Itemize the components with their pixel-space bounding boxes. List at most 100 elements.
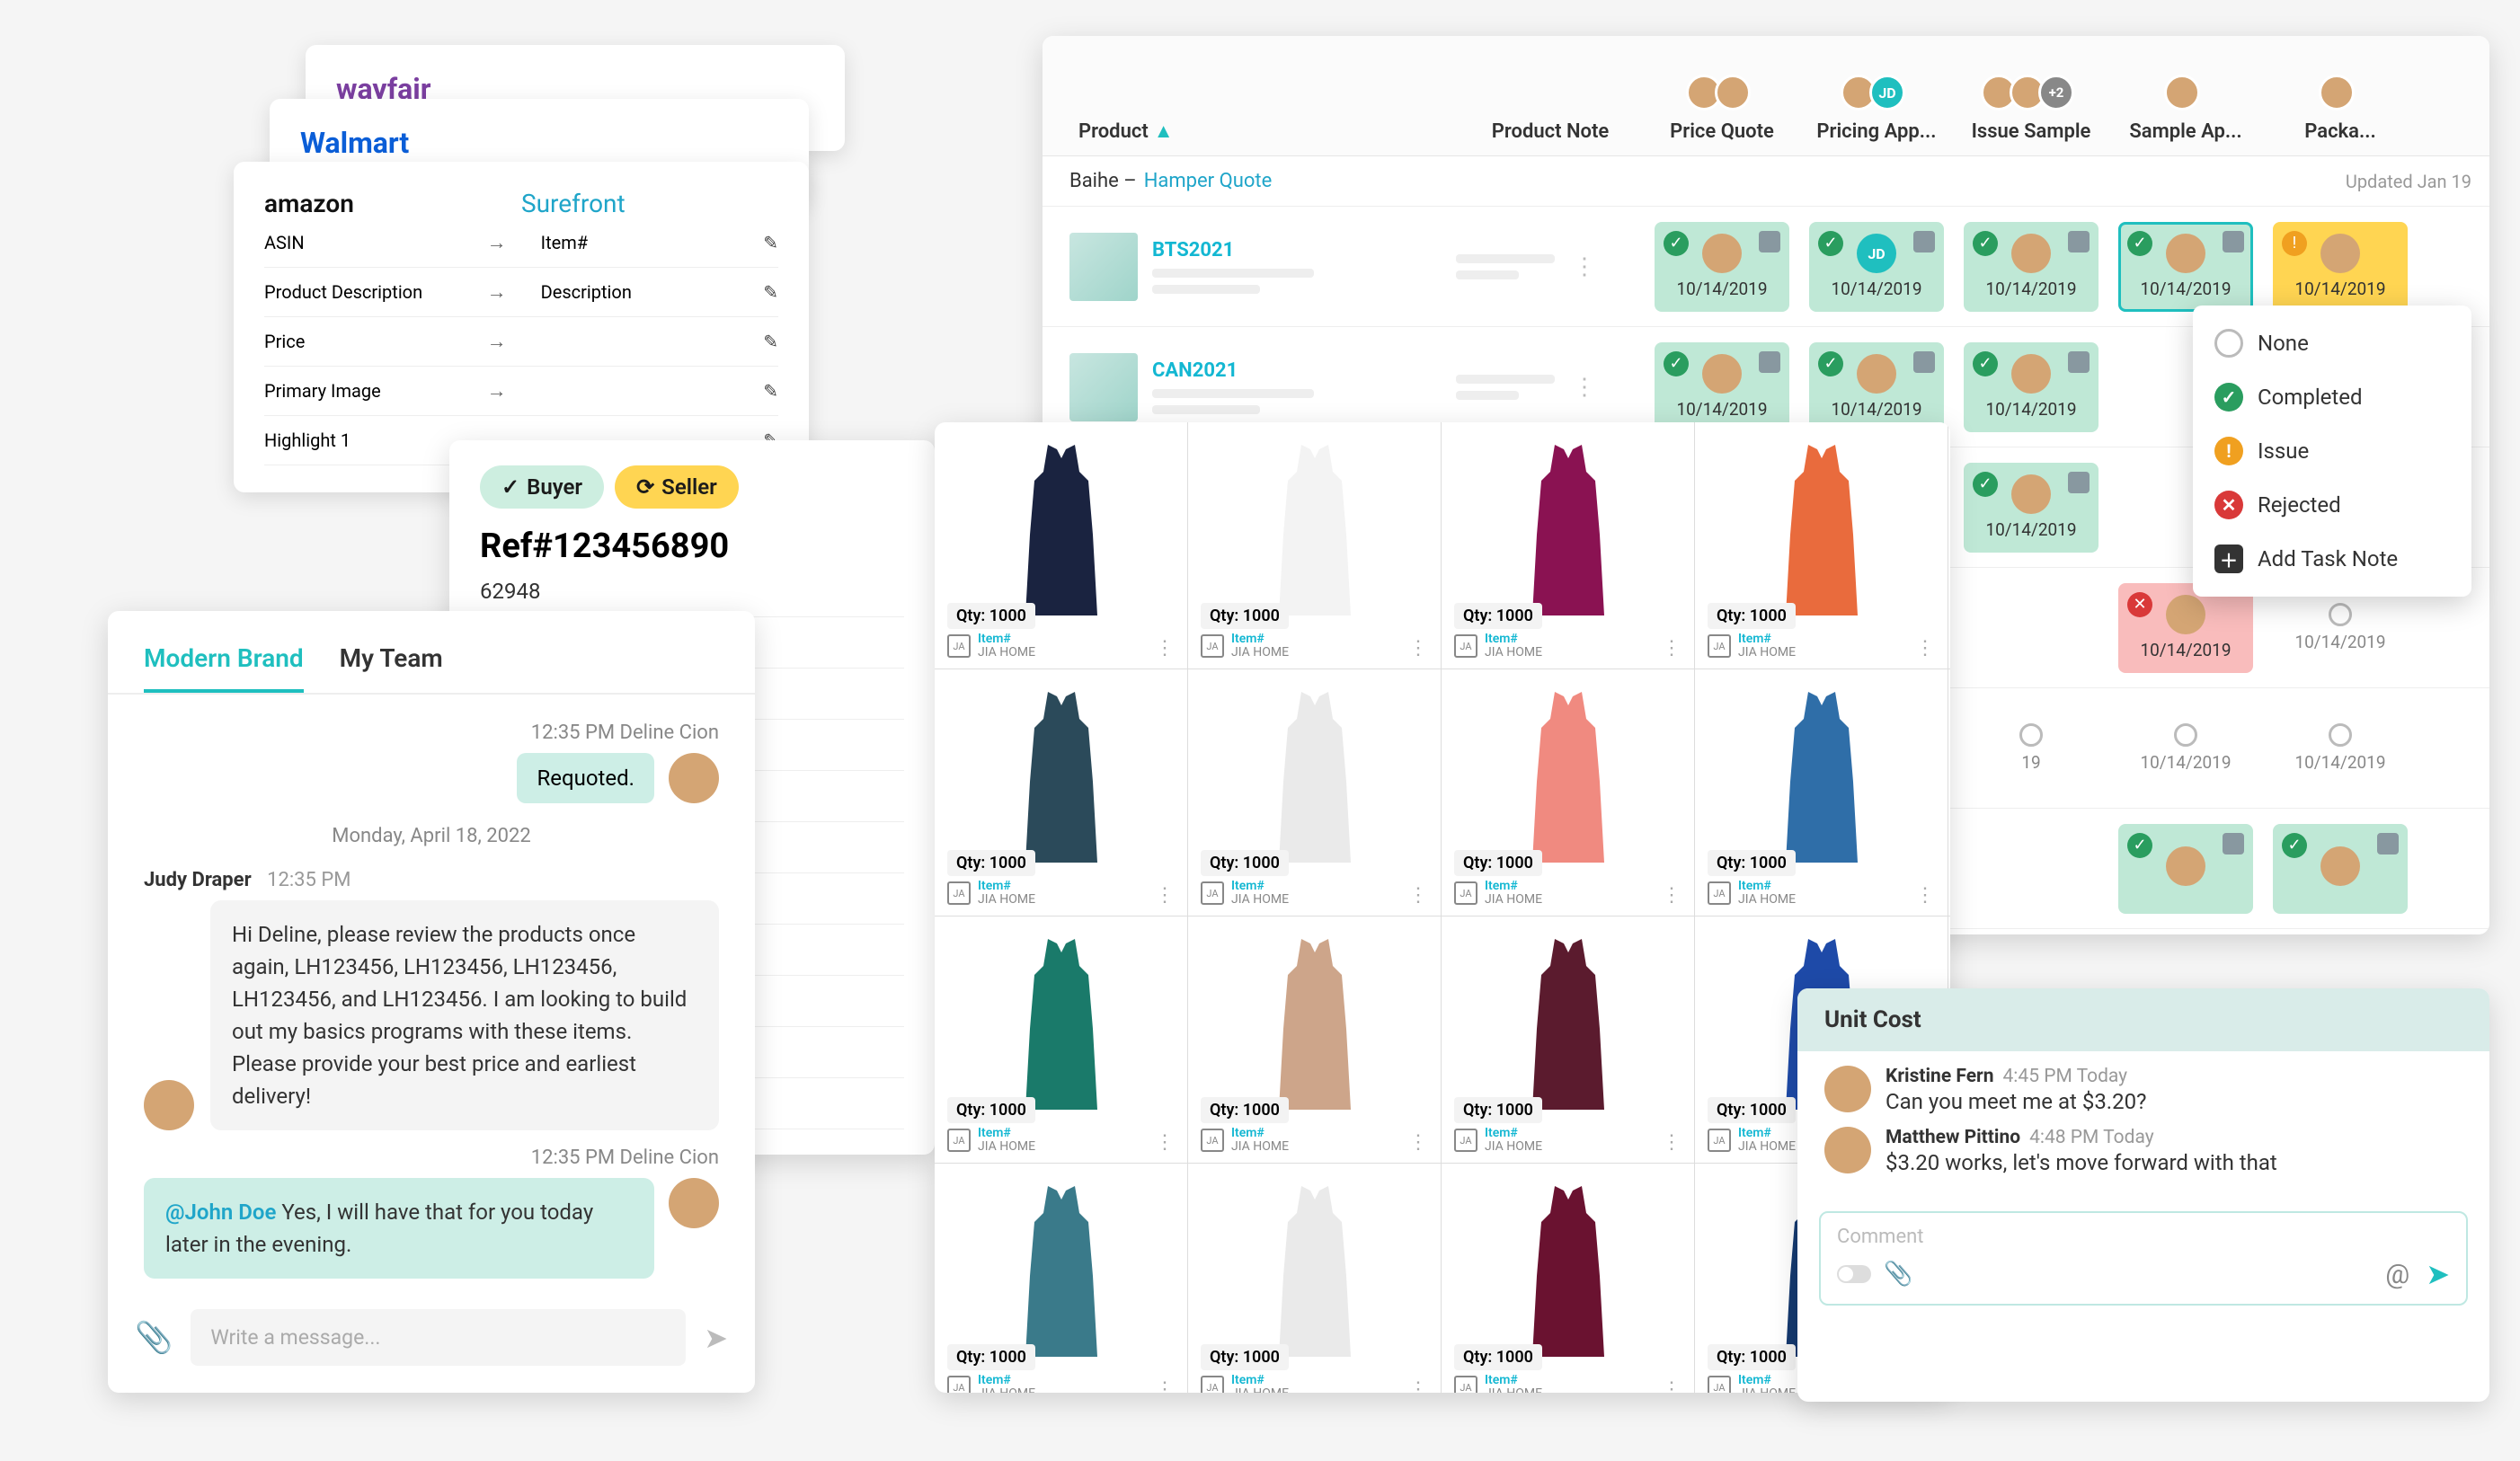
more-icon[interactable]: ⋮ [1408, 637, 1428, 660]
col-header-product-note[interactable]: Product Note [1456, 120, 1645, 155]
comment-input[interactable]: Comment 📎 @ ➤ [1819, 1211, 2468, 1306]
avatar [144, 1080, 194, 1130]
task-column-header[interactable]: Packa... [2263, 72, 2418, 155]
mention-icon[interactable]: @ [2385, 1259, 2409, 1290]
buyer-pill[interactable]: ✓ Buyer [480, 465, 604, 509]
more-icon[interactable]: ⋮ [1915, 637, 1935, 660]
toggle[interactable] [1837, 1265, 1871, 1283]
product-cell[interactable]: Qty: 1000 JAItem#JIA HOME ⋮ [1695, 669, 1948, 916]
chat-tab-modern-brand[interactable]: Modern Brand [144, 643, 304, 693]
product-cell[interactable]: Qty: 1000 JAItem#JIA HOME ⋮ [1442, 422, 1695, 669]
chat-timestamp: 12:35 PM Deline Cion [144, 1147, 719, 1169]
more-icon[interactable]: ⋮ [1155, 1131, 1175, 1154]
status-option-rejected[interactable]: ✕Rejected [2193, 478, 2471, 532]
product-cell[interactable]: Qty: 1000 JAItem#JIA HOME ⋮ [1188, 422, 1442, 669]
more-icon[interactable]: ⋮ [1155, 637, 1175, 660]
task-status-chip[interactable]: ✓10/14/2019 [1809, 342, 1944, 432]
task-status-chip[interactable] [1964, 824, 2099, 914]
task-status-chip[interactable]: ✓ [2118, 824, 2253, 914]
x-icon: ✕ [2214, 491, 2243, 519]
task-status-chip[interactable]: 10/14/2019 [2273, 704, 2408, 793]
product-cell[interactable]: Qty: 1000 JAItem#JIA HOME ⋮ [1442, 916, 1695, 1163]
vendor-tag-icon: JA [1708, 1376, 1731, 1393]
more-icon[interactable]: ⋮ [1408, 1378, 1428, 1393]
more-icon[interactable]: ⋮ [1573, 253, 1596, 280]
product-cell[interactable]: Qty: 1000 JAItem#JIA HOME ⋮ [935, 422, 1188, 669]
more-icon[interactable]: ⋮ [1408, 884, 1428, 907]
attachment-icon[interactable]: 📎 [135, 1320, 173, 1356]
more-icon[interactable]: ⋮ [1662, 637, 1681, 660]
seller-pill[interactable]: ⟳ Seller [615, 465, 739, 509]
x-icon: ✕ [2127, 592, 2152, 617]
more-icon[interactable]: ⋮ [1662, 884, 1681, 907]
product-title[interactable]: BTS2021 [1152, 239, 1314, 261]
note-icon [2068, 472, 2090, 493]
product-cell[interactable]: Qty: 1000 JAItem#JIA HOME ⋮ [1442, 669, 1695, 916]
circle-icon [2019, 723, 2043, 747]
more-icon[interactable]: ⋮ [1915, 884, 1935, 907]
more-icon[interactable]: ⋮ [1155, 1378, 1175, 1393]
status-option-add-task-note[interactable]: ＋Add Task Note [2193, 532, 2471, 586]
task-status-chip[interactable]: ✓10/14/2019 [1964, 222, 2099, 312]
product-cell[interactable]: Qty: 1000 JAItem#JIA HOME ⋮ [1188, 1164, 1442, 1393]
task-column-header[interactable]: JDPricing App... [1799, 72, 1954, 155]
task-status-chip[interactable]: ✓10/14/2019 [2118, 222, 2253, 312]
status-option-none[interactable]: None [2193, 316, 2471, 370]
task-column-header[interactable]: Sample Ap... [2108, 72, 2263, 155]
mapping-field-row[interactable]: Product Description→Description✎ [264, 268, 778, 317]
task-status-chip[interactable]: ✓10/14/2019 [1655, 342, 1789, 432]
task-status-chip[interactable]: 10/14/2019 [2118, 704, 2253, 793]
send-icon[interactable]: ➤ [704, 1321, 728, 1355]
qty-badge: Qty: 1000 [947, 603, 1035, 629]
vendor-tag-icon: JA [1201, 881, 1224, 905]
arrow-right-icon: → [487, 231, 541, 254]
task-column-header[interactable]: Price Quote [1645, 72, 1799, 155]
task-status-chip[interactable]: 19 [1964, 704, 2099, 793]
mapping-field-row[interactable]: ASIN→Item#✎ [264, 218, 778, 268]
product-cell[interactable]: Qty: 1000 JAItem#JIA HOME ⋮ [935, 916, 1188, 1163]
product-cell[interactable]: Qty: 1000 JAItem#JIA HOME ⋮ [1188, 669, 1442, 916]
mapping-field-row[interactable]: Price→✎ [264, 317, 778, 367]
edit-icon[interactable]: ✎ [763, 232, 778, 253]
task-status-chip[interactable]: ✓10/14/2019 [1964, 463, 2099, 553]
product-thumb[interactable] [1069, 233, 1138, 301]
edit-icon[interactable]: ✎ [763, 380, 778, 402]
more-icon[interactable]: ⋮ [1573, 374, 1596, 401]
edit-icon[interactable]: ✎ [763, 281, 778, 303]
product-image [1708, 431, 1935, 629]
check-icon: ✓ [2282, 833, 2307, 858]
more-icon[interactable]: ⋮ [1662, 1378, 1681, 1393]
chat-message-input[interactable]: Write a message... [191, 1309, 686, 1366]
chat-panel: Modern Brand My Team 12:35 PM Deline Cio… [108, 611, 755, 1393]
product-thumb[interactable] [1069, 353, 1138, 421]
edit-icon[interactable]: ✎ [763, 331, 778, 352]
task-status-chip[interactable]: !10/14/2019 [2273, 222, 2408, 312]
qty-badge: Qty: 1000 [1454, 1344, 1542, 1370]
product-cell[interactable]: Qty: 1000 JAItem#JIA HOME ⋮ [935, 669, 1188, 916]
col-header-product[interactable]: Product▲ [1043, 120, 1456, 155]
product-cell[interactable]: Qty: 1000 JAItem#JIA HOME ⋮ [1188, 916, 1442, 1163]
mapping-field-row[interactable]: Primary Image→✎ [264, 367, 778, 416]
task-board-breadcrumb[interactable]: Baihe – Hamper Quote Updated Jan 19 [1043, 156, 2489, 207]
more-icon[interactable]: ⋮ [1155, 884, 1175, 907]
status-option-completed[interactable]: ✓Completed [2193, 370, 2471, 424]
attachment-icon[interactable]: 📎 [1884, 1261, 1912, 1288]
task-column-header[interactable]: +2Issue Sample [1954, 72, 2108, 155]
task-status-chip[interactable] [1964, 583, 2099, 673]
task-status-chip[interactable]: ✓10/14/2019 [1655, 222, 1789, 312]
chat-sender-row: Judy Draper 12:35 PM [144, 869, 719, 891]
product-title[interactable]: CAN2021 [1152, 359, 1314, 382]
task-status-chip[interactable]: ✓JD10/14/2019 [1809, 222, 1944, 312]
send-icon[interactable]: ➤ [2426, 1257, 2450, 1291]
product-cell[interactable]: Qty: 1000 JAItem#JIA HOME ⋮ [1695, 422, 1948, 669]
product-cell[interactable]: Qty: 1000 JAItem#JIA HOME ⋮ [935, 1164, 1188, 1393]
product-cell[interactable]: Qty: 1000 JAItem#JIA HOME ⋮ [1442, 1164, 1695, 1393]
more-icon[interactable]: ⋮ [1662, 1131, 1681, 1154]
status-option-issue[interactable]: !Issue [2193, 424, 2471, 478]
chat-tab-my-team[interactable]: My Team [340, 643, 443, 693]
task-status-chip[interactable]: ✓ [2273, 824, 2408, 914]
circle-icon [2214, 329, 2243, 358]
product-image [947, 1173, 1175, 1370]
task-status-chip[interactable]: ✓10/14/2019 [1964, 342, 2099, 432]
more-icon[interactable]: ⋮ [1408, 1131, 1428, 1154]
